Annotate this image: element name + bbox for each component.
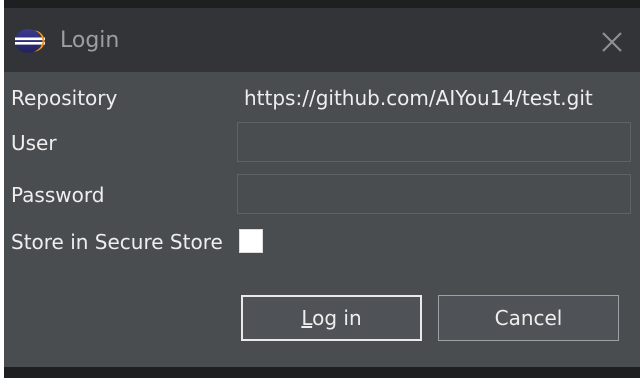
user-label: User — [11, 131, 57, 155]
window-title: Login — [60, 28, 120, 53]
login-button[interactable]: Log in — [241, 295, 422, 341]
dialog-bottom-border — [4, 367, 640, 378]
repository-label: Repository — [11, 86, 118, 110]
store-secure-label: Store in Secure Store — [11, 230, 223, 254]
eclipse-icon — [15, 29, 45, 53]
close-icon[interactable] — [596, 26, 628, 58]
login-mnemonic: L — [301, 306, 313, 330]
login-label: og in — [312, 306, 362, 330]
user-input[interactable] — [237, 122, 631, 162]
password-label: Password — [11, 183, 105, 207]
repository-url: https://github.com/AIYou14/test.git — [244, 86, 593, 110]
store-secure-checkbox[interactable] — [239, 229, 263, 253]
cancel-button[interactable]: Cancel — [438, 295, 619, 341]
password-input[interactable] — [237, 174, 631, 214]
